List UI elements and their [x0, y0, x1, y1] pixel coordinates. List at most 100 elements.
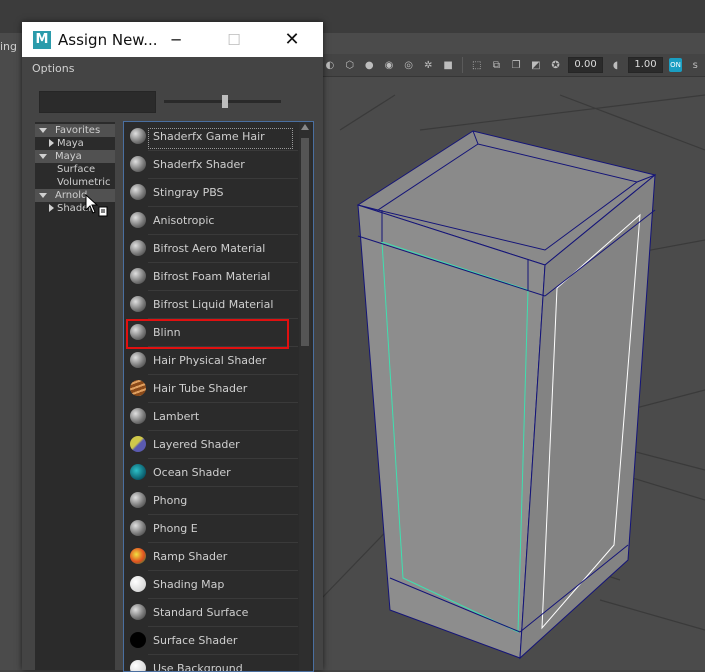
shader-item-shaderfx-shader[interactable]: Shaderfx Shader [126, 152, 298, 179]
options-menu-bar: Options [22, 57, 323, 79]
shader-item-label: Hair Tube Shader [153, 382, 248, 395]
filter-input[interactable] [39, 91, 156, 113]
duplicate-icon[interactable]: ❐ [509, 58, 523, 72]
list-scrollbar[interactable] [299, 122, 311, 671]
shader-item-hair-physical-shader[interactable]: Hair Physical Shader [126, 348, 298, 375]
shader-item-ocean-shader[interactable]: Ocean Shader [126, 460, 298, 487]
list-divider [148, 430, 298, 431]
list-divider [148, 206, 298, 207]
sphere-black-icon [130, 632, 146, 648]
shader-item-label: Shading Map [153, 578, 225, 591]
list-divider [148, 458, 298, 459]
overflow-badge[interactable]: s [688, 58, 702, 72]
shader-item-label: Ramp Shader [153, 550, 228, 563]
snap-icon[interactable]: ◐ [323, 58, 337, 72]
list-divider [148, 654, 298, 655]
copy-icon[interactable]: ⧉ [490, 58, 504, 72]
maximize-button[interactable]: ☐ [212, 22, 256, 57]
shader-item-ramp-shader[interactable]: Ramp Shader [126, 544, 298, 571]
mouse-cursor-icon [85, 194, 108, 217]
list-divider [148, 570, 298, 571]
box-mesh [356, 130, 657, 660]
close-button[interactable]: ✕ [270, 22, 314, 57]
sphere-white-icon [130, 660, 146, 671]
shader-item-shading-map[interactable]: Shading Map [126, 572, 298, 599]
assign-new-material-dialog: M Assign New... ─ ☐ ✕ Options Favorites … [22, 22, 323, 672]
shader-item-stingray-pbs[interactable]: Stingray PBS [126, 180, 298, 207]
sphere-orange-icon [130, 380, 146, 396]
display-box-icon[interactable]: ■ [441, 58, 455, 72]
tree-item-volumetric[interactable]: Volumetric [35, 176, 115, 189]
shader-item-hair-tube-shader[interactable]: Hair Tube Shader [126, 376, 298, 403]
shader-item-bifrost-liquid-material[interactable]: Bifrost Liquid Material [126, 292, 298, 319]
list-divider [148, 486, 298, 487]
sphere-ocean-icon [130, 464, 146, 480]
expand-right-icon [49, 204, 54, 212]
shader-item-label: Phong E [153, 522, 198, 535]
sphere-gray-icon [130, 240, 146, 256]
toolbar-divider [461, 57, 463, 73]
shader-item-lambert[interactable]: Lambert [126, 404, 298, 431]
maximize-icon: ☐ [227, 30, 241, 49]
dialog-title: Assign New... [58, 31, 158, 49]
shader-item-label: Stingray PBS [153, 186, 224, 199]
shader-item-label: Bifrost Foam Material [153, 270, 271, 283]
shader-item-bifrost-foam-material[interactable]: Bifrost Foam Material [126, 264, 298, 291]
sphere-ramp-icon [130, 548, 146, 564]
list-divider [148, 262, 298, 263]
shader-item-standard-surface[interactable]: Standard Surface [126, 600, 298, 627]
icon-size-slider-handle[interactable] [221, 95, 228, 108]
sphere-white-icon [130, 576, 146, 592]
tree-item-surface[interactable]: Surface [35, 163, 115, 176]
sphere-gray-icon [130, 492, 146, 508]
options-menu[interactable]: Options [32, 62, 74, 75]
sphere-gray-icon [130, 520, 146, 536]
sphere-gray-icon [130, 296, 146, 312]
ipr-icon[interactable]: ◎ [402, 58, 416, 72]
shader-item-label: Bifrost Liquid Material [153, 298, 274, 311]
select-icon[interactable]: ⬚ [470, 58, 484, 72]
dialog-titlebar[interactable]: M Assign New... ─ ☐ ✕ [22, 22, 323, 57]
minimize-button[interactable]: ─ [154, 22, 198, 57]
status-toolbar: ◐ ⬡ ● ◉ ◎ ✲ ■ ⬚ ⧉ ❐ ◩ ✪ 0.00 ◖ 1.00 ON s [320, 54, 705, 77]
exposure-icon[interactable]: ✪ [549, 58, 563, 72]
selection-highlight [126, 319, 289, 349]
tree-item-favorites-maya[interactable]: Maya [35, 137, 115, 150]
list-divider [148, 402, 298, 403]
minimize-icon: ─ [171, 30, 181, 49]
shader-item-phong[interactable]: Phong [126, 488, 298, 515]
snap-grid-icon[interactable]: ⬡ [343, 58, 357, 72]
shader-item-surface-shader[interactable]: Surface Shader [126, 628, 298, 655]
tree-item-maya[interactable]: Maya [35, 150, 115, 163]
shader-item-phong-e[interactable]: Phong E [126, 516, 298, 543]
menu-item-fragment[interactable]: ing [0, 40, 17, 53]
scroll-up-icon[interactable] [301, 124, 309, 130]
gamma-field[interactable]: 1.00 [628, 57, 663, 73]
sphere-gray-icon [130, 184, 146, 200]
sphere-gray-icon [130, 212, 146, 228]
exposure-field[interactable]: 0.00 [568, 57, 603, 73]
list-divider [148, 514, 298, 515]
shader-item-bifrost-aero-material[interactable]: Bifrost Aero Material [126, 236, 298, 263]
shader-item-label: Ocean Shader [153, 466, 231, 479]
shader-item-label: Phong [153, 494, 188, 507]
shader-item-anisotropic[interactable]: Anisotropic [126, 208, 298, 235]
render-icon[interactable]: ◉ [382, 58, 396, 72]
shader-item-label: Surface Shader [153, 634, 238, 647]
expand-down-icon [39, 128, 47, 133]
shader-item-layered-shader[interactable]: Layered Shader [126, 432, 298, 459]
color-management-icon[interactable]: ON [668, 58, 683, 72]
list-divider [148, 178, 298, 179]
gamma-icon[interactable]: ◖ [609, 58, 623, 72]
scrollbar-thumb[interactable] [301, 138, 309, 346]
scale-icon[interactable]: ◩ [529, 58, 543, 72]
render-settings-icon[interactable]: ✲ [422, 58, 436, 72]
shader-item-label: Shaderfx Shader [153, 158, 245, 171]
tree-item-favorites[interactable]: Favorites [35, 124, 115, 137]
expand-down-icon [39, 154, 47, 159]
render-sphere-icon[interactable]: ● [362, 58, 376, 72]
list-divider [148, 150, 298, 151]
shader-item-label: Lambert [153, 410, 200, 423]
shader-list[interactable]: Shaderfx Game Hair Shaderfx Shader Stingra… [123, 121, 314, 672]
list-divider [148, 626, 298, 627]
